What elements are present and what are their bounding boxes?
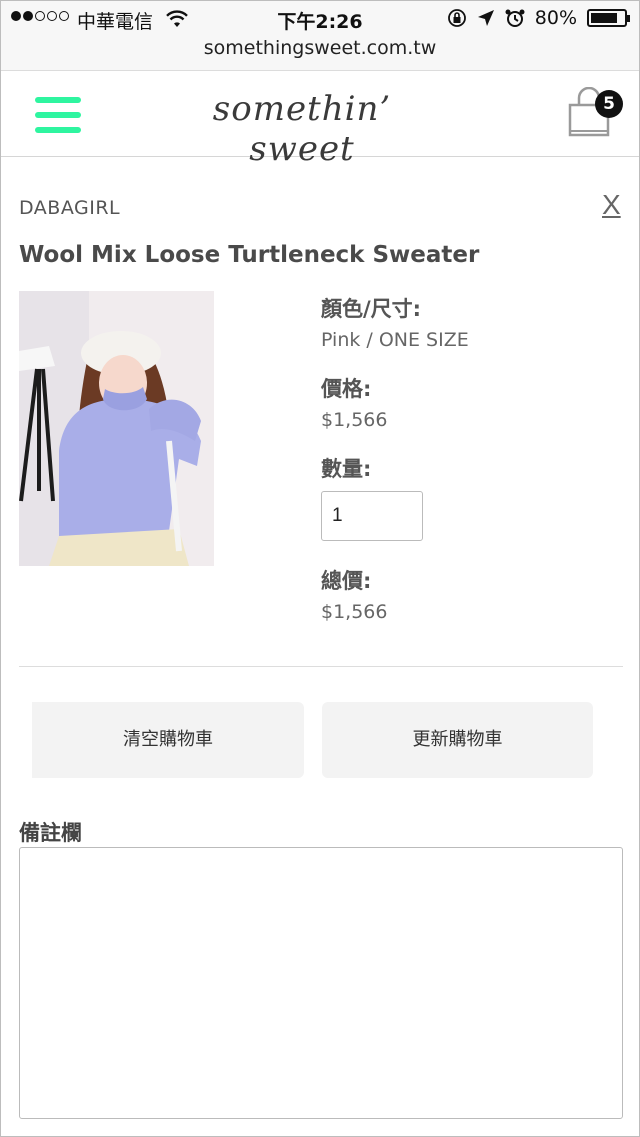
alarm-icon — [505, 9, 525, 27]
site-logo[interactable]: somethin’ sweet — [161, 89, 443, 169]
quantity-input[interactable] — [321, 491, 423, 541]
cart-count-badge: 5 — [595, 90, 623, 118]
total-value: $1,566 — [321, 601, 388, 623]
shopping-bag-icon[interactable]: 5 — [567, 87, 627, 139]
remarks-textarea[interactable] — [19, 847, 623, 1119]
update-cart-button[interactable]: 更新購物車 — [322, 702, 593, 778]
color-size-label: 顏色/尺寸: — [321, 297, 422, 321]
site-header: somethin’ sweet 5 — [1, 71, 639, 169]
battery-percent: 80% — [534, 7, 577, 29]
item-details: 顏色/尺寸: Pink / ONE SIZE 價格: $1,566 數量: 總價… — [321, 293, 621, 623]
hamburger-menu-icon[interactable] — [35, 95, 83, 135]
status-icons: 80% — [447, 7, 630, 29]
battery-icon — [587, 9, 630, 27]
location-arrow-icon — [477, 10, 494, 26]
screen: 中華電信 下午2:26 80% somethingsweet.com.tw so… — [0, 0, 640, 1137]
section-divider — [19, 666, 623, 667]
remove-item-button[interactable]: X — [602, 189, 621, 221]
clear-cart-button[interactable]: 清空購物車 — [32, 702, 304, 778]
total-label: 總價: — [321, 569, 372, 593]
product-image[interactable] — [19, 291, 214, 566]
price-label: 價格: — [321, 377, 372, 401]
quantity-label: 數量: — [321, 457, 372, 481]
product-brand: DABAGIRL — [19, 197, 121, 219]
status-bar: 中華電信 下午2:26 80% — [1, 5, 639, 33]
color-size-value: Pink / ONE SIZE — [321, 329, 469, 351]
url-bar[interactable]: somethingsweet.com.tw — [1, 37, 639, 59]
price-value: $1,566 — [321, 409, 388, 431]
product-title[interactable]: Wool Mix Loose Turtleneck Sweater — [19, 242, 479, 268]
browser-top-bar: 中華電信 下午2:26 80% somethingsweet.com.tw — [1, 1, 639, 71]
remarks-label: 備註欄 — [19, 821, 82, 845]
battery-fill — [591, 13, 617, 23]
orientation-lock-icon — [447, 9, 466, 27]
